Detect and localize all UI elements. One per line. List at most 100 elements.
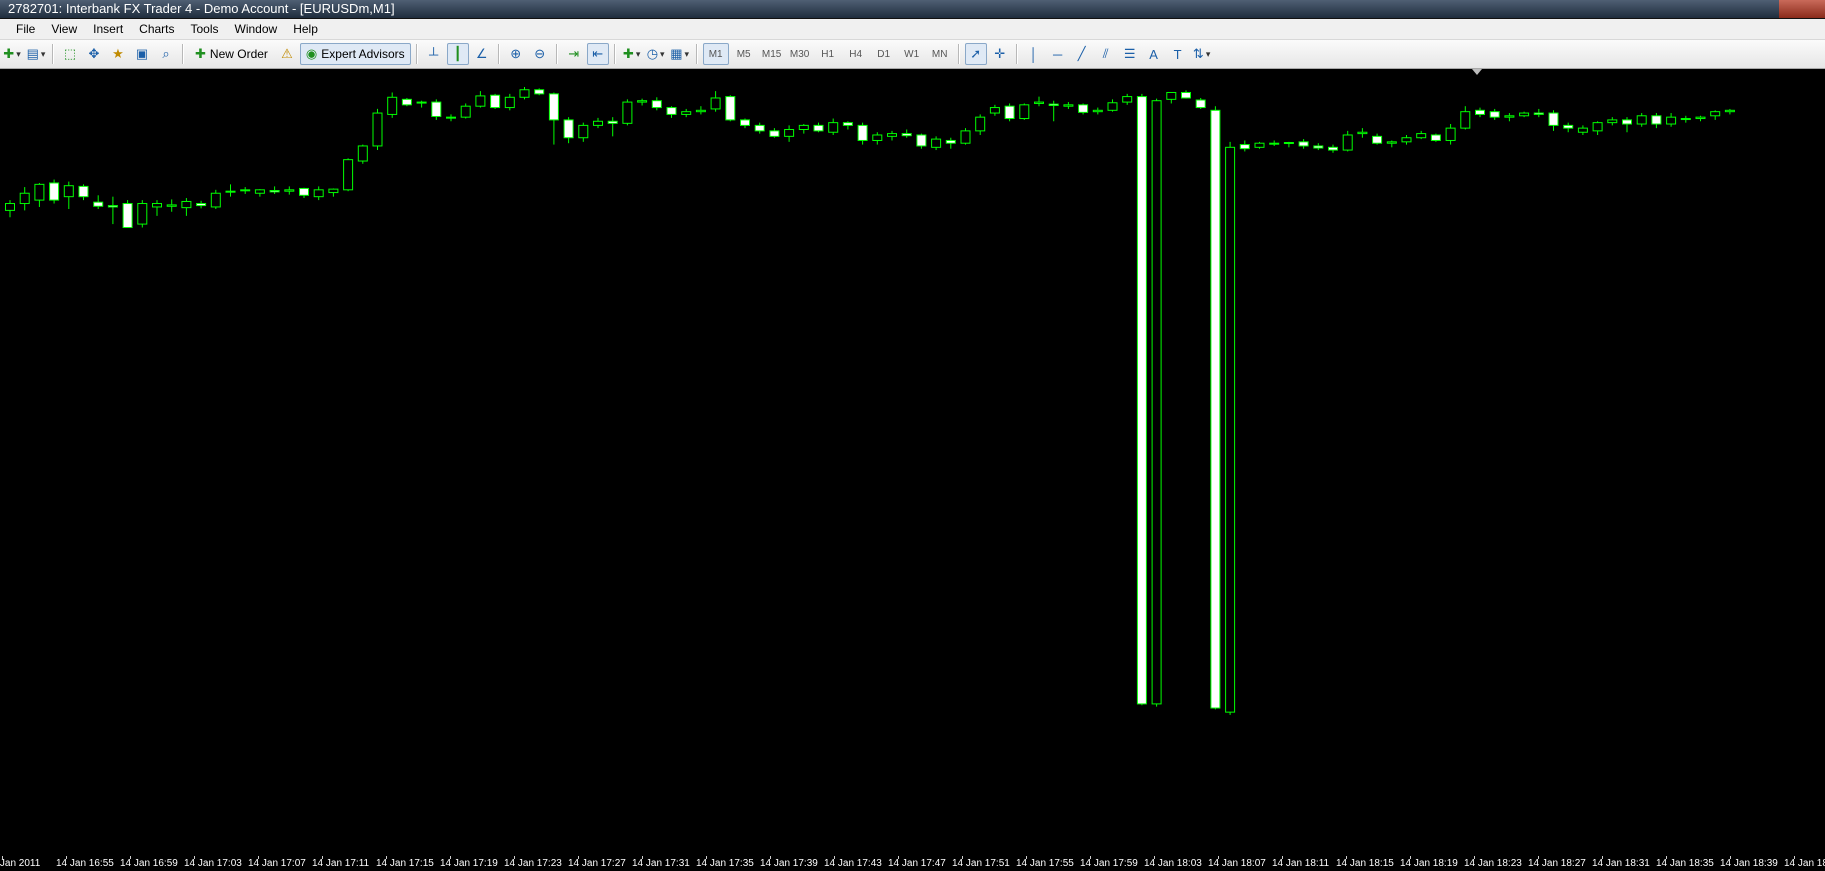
toolbar-separator (415, 44, 418, 64)
fibonacci-icon[interactable]: ☰ (1119, 43, 1141, 65)
templates-icon[interactable]: ▦ (669, 43, 691, 65)
candle (607, 117, 618, 137)
time-axis-label: 14 Jan 17:15 (376, 858, 434, 869)
candle-body (1607, 119, 1618, 124)
new-order-icon: ✚ (195, 46, 206, 61)
candle-body (19, 192, 30, 205)
trendline-icon[interactable]: ╱ (1071, 43, 1093, 65)
new-order-button[interactable]: ✚ New Order (189, 43, 274, 65)
candle (1357, 128, 1368, 138)
candle (622, 99, 633, 126)
menu-window[interactable]: Window (227, 19, 286, 39)
periods-clock-icon[interactable]: ◷ (645, 43, 667, 65)
timeframe-m15-button[interactable]: M15 (759, 43, 785, 65)
candle (19, 187, 30, 211)
timeframe-h4-button[interactable]: H4 (843, 43, 869, 65)
candlesticks-icon[interactable]: ┃ (446, 43, 469, 65)
cursor-icon[interactable]: ➚ (964, 43, 987, 65)
menu-file[interactable]: File (0, 19, 43, 39)
candle-body (1166, 91, 1177, 100)
chart-shift-marker[interactable] (1472, 69, 1482, 75)
zoom-in-icon[interactable]: ⊕ (505, 43, 527, 65)
candle (254, 189, 265, 197)
candle-body (210, 192, 221, 208)
toolbar-separator (497, 44, 500, 64)
candle-body (1577, 127, 1588, 133)
candle-body (828, 122, 839, 133)
title-bar[interactable]: 2782701: Interbank FX Trader 4 - Demo Ac… (0, 0, 1825, 19)
new-chart-icon[interactable]: ✚ (1, 43, 23, 65)
indicators-icon[interactable]: ✚ (621, 43, 643, 65)
candle (857, 122, 868, 145)
candle-body (857, 124, 868, 141)
time-axis-label: 14 Jan 17:47 (888, 858, 946, 869)
timeframe-m1-button[interactable]: M1 (702, 43, 729, 65)
candle-body (1475, 109, 1485, 115)
candle (842, 121, 853, 130)
candle-body (1313, 145, 1324, 149)
terminal-window: 2782701: Interbank FX Trader 4 - Demo Ac… (0, 0, 1825, 871)
candle (1548, 110, 1559, 131)
zoom-out-icon[interactable]: ⊖ (529, 43, 551, 65)
close-window-button[interactable] (1779, 0, 1825, 18)
candle (931, 136, 942, 151)
timeframe-m30-button[interactable]: M30 (787, 43, 813, 65)
alert-icon[interactable]: ⚠ (276, 43, 298, 65)
market-watch-icon[interactable]: ⬚ (59, 43, 81, 65)
auto-scroll-icon[interactable]: ⇥ (563, 43, 585, 65)
candle (1695, 115, 1706, 122)
time-axis-label: 14 Jan 17:43 (824, 858, 882, 869)
menu-help[interactable]: Help (285, 19, 326, 39)
arrows-icon[interactable]: ⇅ (1191, 43, 1213, 65)
candle-body (622, 101, 633, 124)
candle (593, 117, 603, 129)
candle (240, 187, 251, 194)
candle-body (534, 89, 545, 95)
candle-body (34, 183, 45, 201)
time-axis-label: 14 Jan 18:19 (1400, 858, 1458, 869)
expert-advisors-button[interactable]: ◉ Expert Advisors (299, 43, 411, 65)
equidistant-channel-icon[interactable]: ⫽ (1095, 43, 1117, 65)
time-axis-label: 14 Jan 17:39 (760, 858, 818, 869)
candle-body (784, 128, 795, 137)
strategy-tester-icon[interactable]: ⌕ (155, 43, 177, 65)
candle-body (431, 101, 442, 117)
menu-tools[interactable]: Tools (183, 19, 227, 39)
candle-body (1563, 124, 1574, 129)
timeframe-mn-button[interactable]: MN (927, 43, 953, 65)
navigator-icon[interactable]: ★ (107, 43, 129, 65)
chart-shift-icon[interactable]: ⇤ (586, 43, 609, 65)
bar-chart-icon[interactable]: ┴ (423, 43, 445, 65)
terminal-icon[interactable]: ▣ (131, 43, 153, 65)
line-chart-icon[interactable]: ∠ (471, 43, 493, 65)
candle (1107, 99, 1118, 112)
candle (416, 100, 427, 108)
vertical-line-icon[interactable]: │ (1023, 43, 1045, 65)
data-window-icon[interactable]: ✥ (83, 43, 105, 65)
timeframe-m5-button[interactable]: M5 (731, 43, 757, 65)
timeframe-d1-button[interactable]: D1 (871, 43, 897, 65)
candle-body (475, 95, 486, 107)
candle-body (1445, 127, 1456, 141)
profiles-icon[interactable]: ▤ (25, 43, 47, 65)
text-label-icon[interactable]: T (1167, 43, 1189, 65)
candle (431, 99, 442, 120)
timeframe-h1-button[interactable]: H1 (815, 43, 841, 65)
menu-insert[interactable]: Insert (85, 19, 131, 39)
text-icon[interactable]: A (1143, 43, 1165, 65)
horizontal-line-icon[interactable]: ─ (1047, 43, 1069, 65)
candle-body (1504, 115, 1515, 118)
time-axis-label: 14 Jan 18:15 (1336, 858, 1394, 869)
price-chart[interactable] (0, 69, 1825, 856)
candle-body (754, 124, 765, 132)
candle-body (989, 107, 1000, 114)
timeframe-w1-button[interactable]: W1 (899, 43, 925, 65)
time-axis-label: 14 Jan 17:07 (248, 858, 306, 869)
candle (798, 124, 809, 134)
new-order-label: New Order (209, 47, 268, 61)
candle-body (1078, 104, 1089, 113)
menu-view[interactable]: View (43, 19, 85, 39)
menu-charts[interactable]: Charts (131, 19, 182, 39)
candle (901, 129, 912, 138)
crosshair-icon[interactable]: ✛ (989, 43, 1011, 65)
